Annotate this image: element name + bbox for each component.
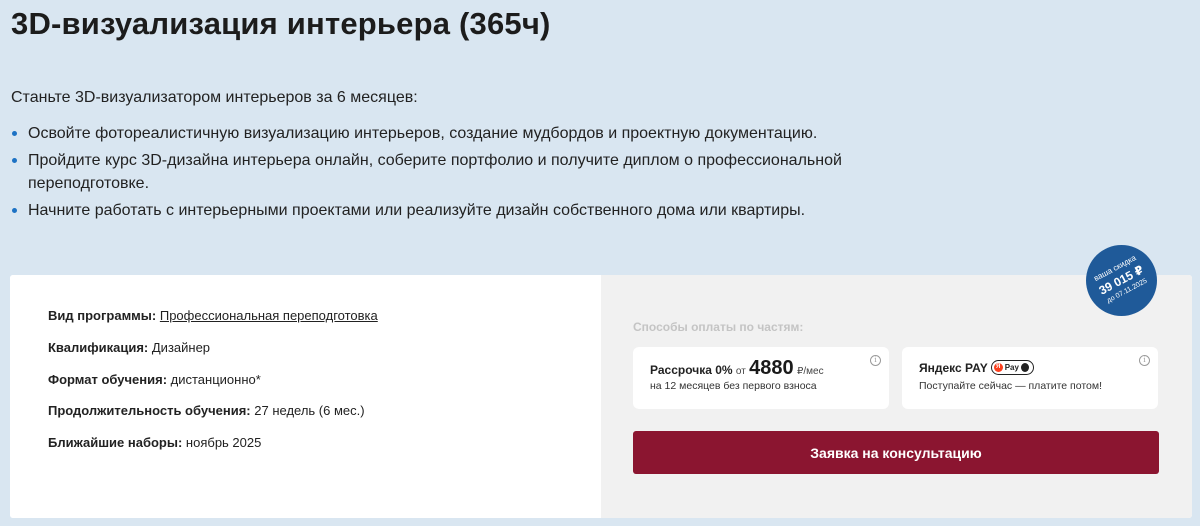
duration-row: Продолжительность обучения: 27 недель (6… <box>48 403 365 418</box>
yandex-pay-subtitle: Поступайте сейчас — платите потом! <box>919 380 1103 392</box>
yandex-pay-logo-icon: Я Pay <box>990 360 1034 376</box>
installment-unit: ₽/мес <box>797 366 824 377</box>
installment-subtitle: на 12 месяцев без первого взноса <box>650 380 817 392</box>
enrollment-label: Ближайшие наборы: <box>48 435 183 450</box>
list-item: Пройдите курс 3D-дизайна интерьера онлай… <box>11 149 911 195</box>
info-icon[interactable]: i <box>1139 355 1150 366</box>
list-item-text: Освойте фотореалистичную визуализацию ин… <box>28 125 818 142</box>
yandex-pay-title: Яндекс PAY Я Pay <box>919 360 1034 376</box>
bullet-dot-icon <box>12 208 17 213</box>
consultation-request-button[interactable]: Заявка на консультацию <box>633 431 1159 474</box>
list-item-text: Начните работать с интерьерными проектам… <box>28 202 806 219</box>
installment-amount: 4880 <box>749 357 794 379</box>
intro-text: Станьте 3D-визуализатором интерьеров за … <box>11 89 418 106</box>
program-type-row: Вид программы: Профессиональная переподг… <box>48 308 378 323</box>
payment-heading: Способы оплаты по частям: <box>633 320 804 334</box>
program-type-link[interactable]: Профессиональная переподготовка <box>160 308 378 323</box>
installment-label: Рассрочка 0% <box>650 363 733 377</box>
pay-toggle-icon <box>1020 362 1029 372</box>
yandex-pay-label: Яндекс PAY <box>919 361 988 375</box>
qualification-row: Квалификация: Дизайнер <box>48 340 210 355</box>
bullet-dot-icon <box>12 158 17 163</box>
bullet-dot-icon <box>12 131 17 136</box>
yandex-pay-badge-text: Pay <box>1004 363 1019 373</box>
duration-label: Продолжительность обучения: <box>48 403 251 418</box>
installment-title: Рассрочка 0% от 4880 ₽/мес <box>650 357 824 380</box>
installment-from: от <box>735 366 746 377</box>
benefits-list: Освойте фотореалистичную визуализацию ин… <box>11 122 911 226</box>
page-title: 3D-визуализация интерьера (365ч) <box>11 6 551 41</box>
list-item: Освойте фотореалистичную визуализацию ин… <box>11 122 911 145</box>
format-label: Формат обучения: <box>48 372 168 387</box>
enrollment-row: Ближайшие наборы: ноябрь 2025 <box>48 435 261 450</box>
qualification-value: Дизайнер <box>151 340 211 355</box>
program-card: Вид программы: Профессиональная переподг… <box>10 275 1192 518</box>
enrollment-value: ноябрь 2025 <box>185 435 262 450</box>
format-row: Формат обучения: дистанционно* <box>48 372 261 387</box>
qualification-label: Квалификация: <box>48 340 149 355</box>
duration-value: 27 недель (6 мес.) <box>254 403 365 418</box>
yandex-pay-card[interactable]: Яндекс PAY Я Pay Поступайте сейчас — плати… <box>902 347 1158 409</box>
list-item-text: Пройдите курс 3D-дизайна интерьера онлай… <box>28 152 842 192</box>
info-icon[interactable]: i <box>870 355 881 366</box>
format-value: дистанционно* <box>170 372 261 387</box>
yandex-logo-icon: Я <box>993 362 1003 372</box>
list-item: Начните работать с интерьерными проектам… <box>11 199 911 222</box>
program-details: Вид программы: Профессиональная переподг… <box>10 275 601 518</box>
program-type-label: Вид программы: <box>48 308 157 323</box>
installment-card[interactable]: Рассрочка 0% от 4880 ₽/мес на 12 месяцев… <box>633 347 889 409</box>
discount-badge: ваша скидка 39 015 ₽ до 07.11.2025 <box>1086 245 1157 316</box>
